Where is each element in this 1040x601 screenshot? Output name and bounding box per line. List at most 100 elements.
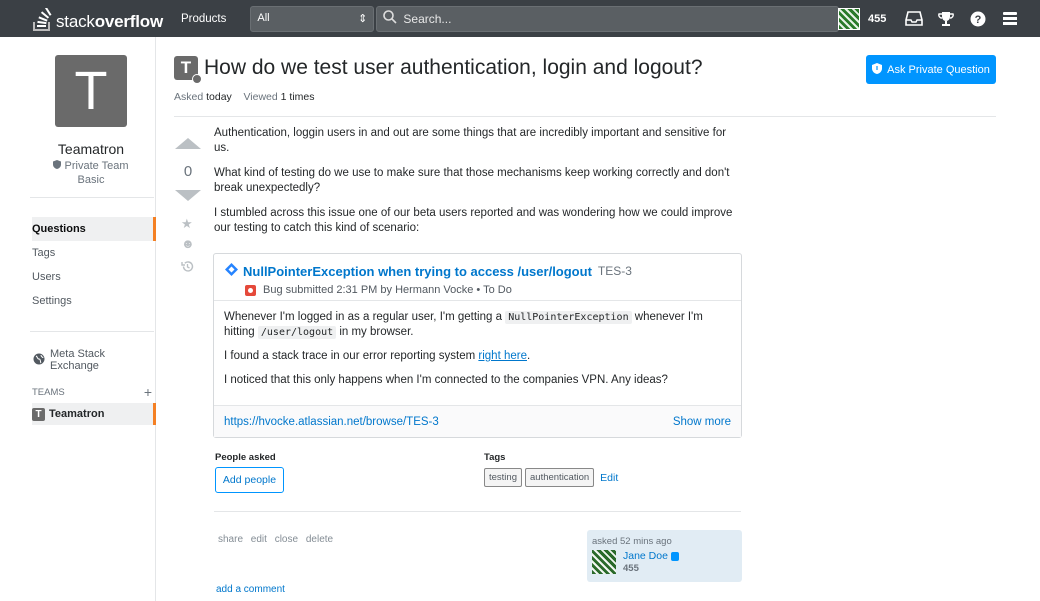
products-menu[interactable]: Products bbox=[181, 13, 226, 25]
question-body: Authentication, loggin users in and out … bbox=[214, 126, 744, 246]
favorite-star-icon[interactable]: ★ bbox=[181, 216, 193, 232]
header-divider bbox=[174, 116, 996, 117]
team-plan-label: Basic bbox=[77, 174, 105, 186]
body-paragraph: What kind of testing do we use to make s… bbox=[214, 167, 730, 194]
people-asked-label: People asked bbox=[215, 452, 276, 463]
team-question-icon: T bbox=[174, 56, 202, 84]
svg-text:?: ? bbox=[975, 14, 982, 26]
team-icon: T bbox=[32, 407, 45, 421]
shield-icon bbox=[53, 160, 64, 172]
jira-issue-meta: Bug submitted 2:31 PM by Hermann Vocke •… bbox=[263, 284, 512, 296]
edit-link[interactable]: edit bbox=[251, 534, 267, 545]
tag-testing[interactable]: testing bbox=[484, 468, 522, 487]
logo-text: stackoverflow bbox=[56, 11, 163, 31]
add-people-button[interactable]: Add people bbox=[215, 467, 284, 493]
search-placeholder: Search... bbox=[403, 11, 452, 26]
people-asked-section: People asked Add people bbox=[215, 452, 284, 493]
jira-issue-url[interactable]: https://hvocke.atlassian.net/browse/TES-… bbox=[224, 416, 439, 428]
tags-section: Tags testing authentication Edit bbox=[484, 452, 618, 487]
asked-time: asked 52 mins ago bbox=[592, 536, 672, 547]
vote-count: 0 bbox=[183, 163, 193, 180]
search-scope-select[interactable]: All ⇕ bbox=[250, 5, 375, 32]
meta-link-label: Meta Stack Exchange bbox=[50, 348, 106, 372]
jira-issue-description: Whenever I'm logged in as a regular user… bbox=[214, 301, 741, 405]
post-divider bbox=[214, 511, 741, 512]
inline-code: NullPointerException bbox=[505, 311, 632, 324]
reaction-smiley-icon[interactable]: ☻ bbox=[181, 236, 195, 251]
asked-label: Asked bbox=[174, 91, 204, 103]
team-avatar[interactable]: T bbox=[55, 55, 127, 127]
team-item-label: Teamatron bbox=[49, 408, 105, 420]
jira-paragraph: I found a stack trace in our error repor… bbox=[224, 349, 731, 364]
nav-item-users[interactable]: Users bbox=[32, 265, 155, 289]
search-input[interactable]: Search... bbox=[376, 5, 840, 32]
nav-divider bbox=[30, 197, 154, 198]
ask-button-label: Ask Private Question bbox=[887, 63, 990, 76]
jira-paragraph: Whenever I'm logged in as a regular user… bbox=[224, 310, 731, 340]
body-paragraph: I stumbled across this issue one of our … bbox=[214, 207, 733, 234]
jira-issue-title-link[interactable]: NullPointerException when trying to acce… bbox=[243, 264, 592, 279]
stackoverflow-logo[interactable]: stackoverflow bbox=[32, 6, 163, 32]
question-header: T How do we test user authentication, lo… bbox=[174, 56, 703, 84]
user-reputation: 455 bbox=[868, 12, 887, 25]
jira-paragraph: I noticed that this only happens when I'… bbox=[224, 374, 668, 386]
user-avatar[interactable] bbox=[838, 7, 860, 30]
owner-name-link[interactable]: Jane Doe bbox=[623, 550, 668, 562]
team-name[interactable]: Teamatron bbox=[0, 141, 182, 157]
nav-item-questions[interactable]: Questions bbox=[32, 217, 156, 241]
ask-private-question-button[interactable]: Ask Private Question bbox=[866, 55, 996, 84]
left-sidebar: T Teamatron Private Team Basic Questions… bbox=[0, 37, 156, 601]
add-comment-link[interactable]: add a comment bbox=[216, 584, 285, 595]
upvote-button[interactable] bbox=[175, 138, 201, 149]
nav-item-tags[interactable]: Tags bbox=[32, 241, 155, 265]
team-type-label: Private Team bbox=[64, 160, 129, 172]
downvote-button[interactable] bbox=[175, 190, 201, 201]
share-link[interactable]: share bbox=[218, 534, 243, 545]
tag-authentication[interactable]: authentication bbox=[525, 468, 595, 487]
jira-text: in my browser. bbox=[336, 326, 414, 338]
jira-issue-key: TES-3 bbox=[597, 264, 632, 278]
teams-label: TEAMS bbox=[32, 387, 65, 398]
team-item-teamatron[interactable]: T Teamatron bbox=[32, 403, 156, 425]
moderator-badge-icon bbox=[670, 551, 679, 561]
body-paragraph: Authentication, loggin users in and out … bbox=[214, 127, 727, 154]
site-switcher-icon[interactable] bbox=[1000, 9, 1020, 29]
help-icon[interactable]: ? bbox=[968, 9, 988, 29]
edit-tags-link[interactable]: Edit bbox=[600, 472, 618, 484]
add-team-button[interactable]: + bbox=[144, 385, 152, 399]
post-owner-card: asked 52 mins ago Jane Doe 455 bbox=[587, 530, 742, 582]
nav-divider bbox=[30, 331, 154, 332]
post-menu: share edit close delete bbox=[218, 534, 336, 545]
search-scope-value: All bbox=[257, 11, 270, 24]
private-badge-icon bbox=[192, 74, 202, 84]
asked-value: today bbox=[206, 91, 232, 103]
jira-icon bbox=[225, 263, 238, 279]
jira-text: . bbox=[526, 350, 531, 362]
question-title[interactable]: How do we test user authentication, logi… bbox=[204, 56, 703, 80]
owner-reputation: 455 bbox=[623, 563, 639, 574]
meta-stack-exchange-link[interactable]: Meta Stack Exchange bbox=[33, 348, 155, 372]
bug-icon bbox=[245, 284, 256, 296]
select-arrows-icon: ⇕ bbox=[358, 12, 368, 25]
delete-link[interactable]: delete bbox=[306, 534, 333, 545]
team-type: Private Team Basic bbox=[0, 159, 182, 187]
search-icon bbox=[383, 10, 397, 27]
stack-trace-link[interactable]: right here bbox=[478, 350, 527, 362]
teams-header: TEAMS + bbox=[32, 385, 152, 399]
history-icon[interactable] bbox=[181, 260, 194, 276]
top-bar: stackoverflow Products All ⇕ Search... 4… bbox=[0, 0, 1040, 37]
jira-text: I found a stack trace in our error repor… bbox=[224, 350, 479, 362]
question-stats: Asked today Viewed 1 times bbox=[174, 91, 314, 103]
inline-code: /user/logout bbox=[257, 326, 337, 339]
show-more-link[interactable]: Show more bbox=[673, 416, 731, 428]
nav-item-settings[interactable]: Settings bbox=[32, 289, 155, 313]
close-link[interactable]: close bbox=[275, 534, 298, 545]
jira-text: Whenever I'm logged in as a regular user… bbox=[224, 311, 506, 323]
inbox-icon[interactable] bbox=[904, 9, 924, 29]
achievements-icon[interactable] bbox=[936, 9, 956, 29]
tags-label: Tags bbox=[484, 452, 506, 463]
jira-issue-card: NullPointerException when trying to acce… bbox=[213, 253, 742, 438]
stack-logo-icon bbox=[33, 7, 52, 31]
owner-avatar[interactable] bbox=[592, 550, 616, 574]
team-question-letter: T bbox=[180, 58, 192, 77]
